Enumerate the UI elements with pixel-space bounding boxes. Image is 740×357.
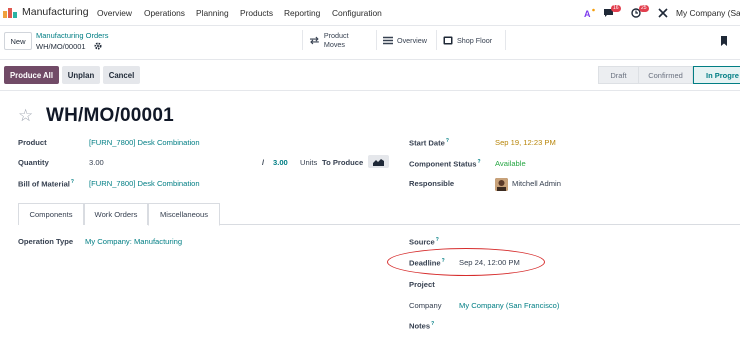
stage-in-progress[interactable]: In Progre [693,66,740,84]
quantity-separator: / [262,158,265,167]
product-moves-label: Product Moves [323,31,349,49]
avatar [495,178,508,191]
operation-type-label: Operation Type [18,237,74,246]
component-status-label: Component Status? [409,159,481,169]
svg-text:A: A [584,9,591,18]
project-label: Project [409,280,435,289]
responsible-field[interactable]: Mitchell Admin [512,179,561,188]
tab-components[interactable]: Components [18,203,84,225]
menu-overview[interactable]: Overview [97,8,132,18]
component-status-label-text: Component Status [409,159,477,169]
control-panel: New Manufacturing Orders WH/MO/00001 Pro… [0,26,740,60]
shop-floor-button[interactable]: Shop Floor [436,30,506,50]
menu-products[interactable]: Products [240,8,273,18]
shop-floor-label: Shop Floor [457,35,493,45]
gear-icon[interactable] [94,42,102,50]
bom-help-marker[interactable]: ? [71,179,74,185]
menu-planning[interactable]: Planning [196,8,229,18]
product-moves-button[interactable]: Product Moves [302,30,377,50]
product-field[interactable]: [FURN_7800] Desk Combination [89,138,200,147]
quantity-input[interactable]: 3.00 [89,158,104,167]
menu-configuration[interactable]: Configuration [332,8,382,18]
start-date-help-marker[interactable]: ? [446,138,449,144]
stage-draft[interactable]: Draft [598,66,639,84]
activity-badge: 25 [639,5,649,12]
list-icon [383,36,393,44]
units-label: Units [300,158,318,167]
record-title: WH/MO/00001 [46,105,174,126]
bookmark-icon[interactable] [720,36,728,46]
stage-confirmed-label: Confirmed [648,70,683,80]
start-date-field[interactable]: Sep 19, 12:23 PM [495,138,556,147]
bom-field[interactable]: [FURN_7800] Desk Combination [89,179,200,188]
produce-all-button[interactable]: Produce All [4,66,59,84]
company-label: Company [409,301,442,310]
forecast-report-button[interactable] [368,155,389,168]
stage-draft-label: Draft [610,70,627,80]
source-label-text: Source [409,237,435,247]
overview-label: Overview [397,35,427,45]
manufacturing-app-icon[interactable] [3,8,17,18]
deadline-highlight-circle [387,248,545,276]
menu-operations[interactable]: Operations [144,8,185,18]
area-chart-icon [373,158,384,166]
quantity-target: 3.00 [273,158,288,167]
company-field[interactable]: My Company (San Francisco) [459,301,559,310]
stage-confirmed[interactable]: Confirmed [638,66,693,84]
status-bar: Produce All Unplan Cancel Draft Confirme… [0,61,740,89]
component-status-value: Available [495,159,526,168]
tools-icon[interactable] [658,8,668,18]
top-navbar: Manufacturing Overview Operations Planni… [0,0,740,26]
star-icon[interactable]: ☆ [18,106,33,126]
tablet-icon [443,36,453,44]
stage-in-progress-label: In Progre [706,70,739,80]
menu-reporting[interactable]: Reporting [284,8,320,18]
tab-work-orders[interactable]: Work Orders [84,203,148,225]
tab-miscellaneous[interactable]: Miscellaneous [148,203,220,226]
component-status-help-marker[interactable]: ? [478,159,481,165]
new-button[interactable]: New [4,32,32,50]
quantity-label: Quantity [18,158,49,167]
start-date-label-text: Start Date [409,138,445,148]
responsible-label: Responsible [409,179,455,188]
avatar-image [495,178,508,191]
source-label: Source? [409,237,439,247]
breadcrumb-current: WH/MO/00001 [36,42,86,51]
breadcrumb-parent[interactable]: Manufacturing Orders [36,31,109,40]
company-switcher[interactable]: My Company (San [676,8,740,18]
chat-badge: 16 [611,5,621,12]
notes-label-text: Notes [409,321,431,331]
overview-button[interactable]: Overview [376,30,435,50]
unplan-button[interactable]: Unplan [62,66,100,84]
to-produce-label: To Produce [322,158,364,167]
bom-label-text: Bill of Material [18,179,70,189]
exchange-icon [309,36,319,44]
app-name[interactable]: Manufacturing [22,6,89,18]
notes-label: Notes? [409,321,434,331]
operation-type-field[interactable]: My Company: Manufacturing [85,237,182,246]
product-label: Product [18,138,47,147]
start-date-label: Start Date? [409,138,449,148]
source-help-marker[interactable]: ? [436,237,439,243]
bom-label: Bill of Material? [18,179,74,189]
ai-icon[interactable]: A [584,8,595,18]
cancel-button[interactable]: Cancel [103,66,140,84]
notebook-tabs: Components Work Orders Miscellaneous [18,203,740,226]
notes-help-marker[interactable]: ? [431,321,434,327]
